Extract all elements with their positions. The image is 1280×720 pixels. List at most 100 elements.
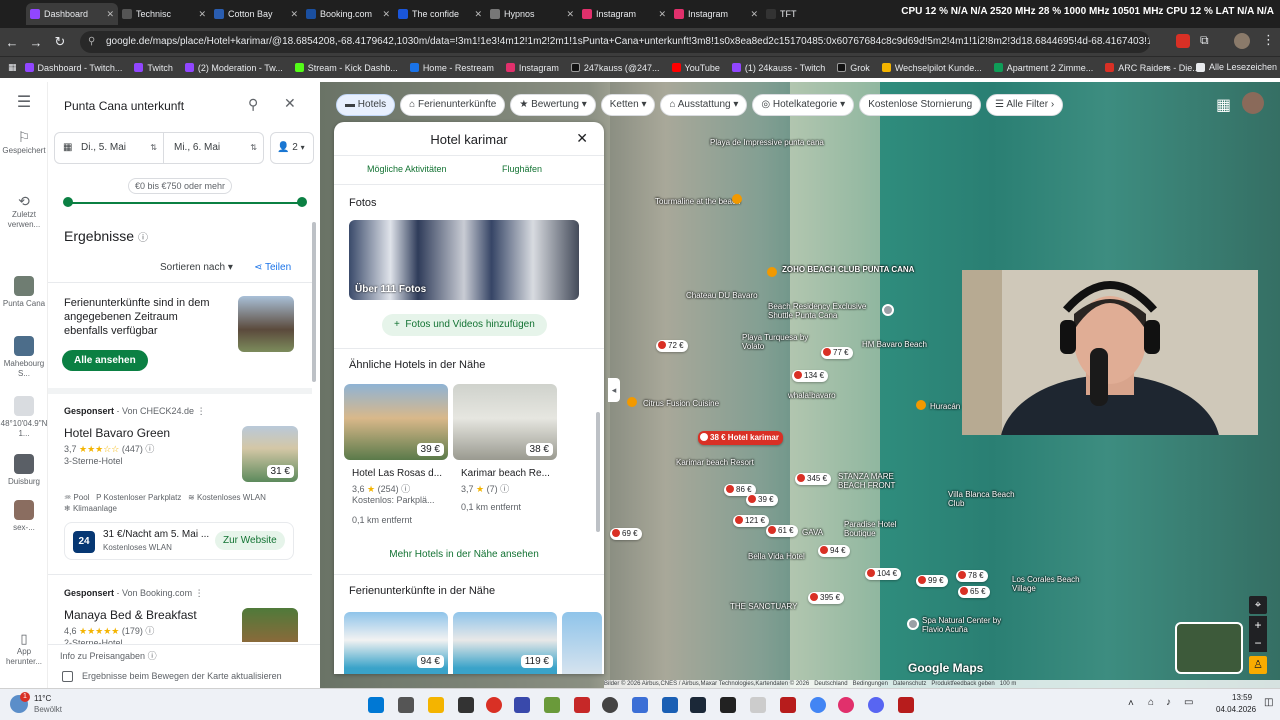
map-label[interactable]: STANZA MARE BEACH FRONT: [838, 472, 918, 490]
browser-tab[interactable]: Hypnos ✕: [486, 3, 578, 25]
map-label[interactable]: Los Corales Beach Village: [1012, 575, 1082, 593]
clock-time[interactable]: 13:59: [1232, 693, 1252, 702]
browser-tab[interactable]: Instagram ✕: [670, 3, 762, 25]
app-icon[interactable]: [632, 697, 648, 713]
map-label[interactable]: Bella Vida Hotel: [748, 552, 818, 561]
footer-link[interactable]: Deutschland: [814, 681, 847, 687]
reload-icon[interactable]: ↻: [48, 34, 72, 50]
restaurant-pin[interactable]: [732, 194, 742, 204]
close-icon[interactable]: ✕: [284, 95, 296, 112]
update-checkbox[interactable]: [62, 671, 73, 682]
more-icon[interactable]: ⋮: [195, 588, 204, 598]
browser-tab[interactable]: TFT: [762, 3, 854, 25]
info-icon[interactable]: ⓘ: [145, 626, 154, 636]
app-icon[interactable]: [750, 697, 766, 713]
restaurant-pin[interactable]: [916, 400, 926, 410]
volume-icon[interactable]: ♪: [1166, 697, 1171, 708]
menu-dots-icon[interactable]: ⋮: [1262, 32, 1275, 48]
bookmark[interactable]: ARC Raiders - Die...: [1105, 63, 1200, 73]
map-label[interactable]: Citrus Fusion Cuisine: [643, 399, 719, 408]
back-icon[interactable]: ←: [0, 35, 24, 50]
filter-amenities[interactable]: ⌂ Ausstattung ▾: [660, 94, 748, 116]
filter-hotels[interactable]: ▬ Hotels: [336, 94, 396, 116]
hotel-price-pin[interactable]: 77 €: [821, 347, 853, 359]
hotel-price-pin[interactable]: 72 €: [656, 340, 688, 352]
hotel-image[interactable]: 31 €: [242, 426, 298, 482]
hotel-price-pin[interactable]: 99 €: [916, 575, 948, 587]
checkin-date[interactable]: ▦ Di., 5. Mai ⇅: [54, 132, 164, 164]
network-icon[interactable]: ⌂: [1148, 697, 1154, 708]
website-button[interactable]: Zur Website: [215, 531, 285, 550]
map-label[interactable]: Karimar beach Resort: [676, 458, 756, 467]
bookmark[interactable]: (1) 24kauss - Twitch: [731, 63, 825, 73]
price-info-link[interactable]: Info zu Preisangaben ⓘ: [60, 649, 157, 662]
browser-tab[interactable]: Dashboard ✕: [26, 3, 118, 25]
rental-image[interactable]: 119 €: [453, 612, 557, 674]
browser-tab[interactable]: Technisc ✕: [118, 3, 210, 25]
apps-grid-icon[interactable]: ▦: [1216, 95, 1231, 115]
similar-hotel-card[interactable]: 39 € Hotel Las Rosas d... 3,6 ★ (254) ⓘ …: [344, 384, 448, 534]
rental-image[interactable]: [562, 612, 602, 674]
info-icon[interactable]: ⓘ: [138, 233, 148, 244]
more-hotels-link[interactable]: Mehr Hotels in der Nähe ansehen: [334, 549, 594, 560]
filter-free-cancellation[interactable]: Kostenlose Stornierung: [859, 94, 982, 116]
footer-link[interactable]: Datenschutz: [893, 681, 926, 687]
hotel-price-pin[interactable]: 395 €: [808, 592, 845, 604]
my-location-icon[interactable]: ⌖: [1249, 596, 1267, 614]
hotel-price-pin[interactable]: 39 €: [746, 494, 778, 506]
app-icon[interactable]: [514, 697, 530, 713]
info-icon[interactable]: ⓘ: [145, 444, 154, 454]
filter-vacation-rentals[interactable]: ⌂ Ferienunterkünfte: [400, 94, 506, 116]
search-icon[interactable]: ⚲: [248, 96, 258, 113]
hotel-price-pin[interactable]: 61 €: [766, 525, 798, 537]
scrollbar[interactable]: [312, 222, 316, 382]
account-avatar[interactable]: [1242, 92, 1264, 114]
hotel-image[interactable]: [242, 608, 298, 642]
app-icon[interactable]: [838, 697, 854, 713]
airports-link[interactable]: Flughäfen: [502, 164, 542, 174]
map-label[interactable]: ZOHO BEACH CLUB PUNTA CANA: [782, 265, 914, 274]
scrollbar[interactable]: [596, 412, 600, 532]
hotel-price-pin[interactable]: 104 €: [865, 568, 902, 580]
battery-icon[interactable]: ▭: [1184, 697, 1193, 708]
photo-gallery[interactable]: Über 111 Fotos: [349, 220, 579, 300]
bookmark[interactable]: Dashboard - Twitch...: [24, 63, 122, 73]
rental-image[interactable]: 94 €: [344, 612, 448, 674]
map-label[interactable]: Villa Blanca Beach Club: [948, 490, 1018, 508]
share-button[interactable]: ⋖ Teilen: [254, 262, 291, 273]
profile-avatar[interactable]: [1234, 33, 1250, 49]
filter-chains[interactable]: Ketten ▾: [600, 94, 656, 116]
url-field[interactable]: ⚲ google.de/maps/place/Hotel+karimar/@18…: [80, 31, 1150, 53]
filter-rating[interactable]: ★ Bewertung ▾: [510, 94, 596, 116]
bookmark[interactable]: Apartment 2 Zimme...: [993, 63, 1093, 73]
bookmark[interactable]: YouTube: [671, 63, 720, 73]
footer-link[interactable]: Bedingungen: [853, 681, 888, 687]
map-label[interactable]: Spa Natural Center by Flavio Acuña: [922, 616, 1012, 634]
rail-saved[interactable]: ⚐ Gespeichert: [0, 130, 48, 156]
layers-thumbnail[interactable]: [1175, 622, 1243, 674]
map-label[interactable]: HM Bavaro Beach: [862, 340, 942, 349]
footer-link[interactable]: Produktfeedback geben: [931, 681, 994, 687]
price-slider-track[interactable]: [68, 202, 302, 204]
map-label[interactable]: Chateau DU Bavaro: [686, 291, 758, 300]
close-icon[interactable]: ✕: [106, 9, 114, 20]
bookmark[interactable]: Instagram: [505, 63, 559, 73]
file-explorer-icon[interactable]: [428, 697, 444, 713]
checkout-date[interactable]: Mi., 6. Mai ⇅: [164, 132, 264, 164]
offer-card[interactable]: 24 31 €/Nacht am 5. Mai ... Kostenloses …: [64, 522, 294, 560]
filter-all[interactable]: ☰ Alle Filter ›: [986, 94, 1064, 116]
map-label[interactable]: Playa Turquesa by Volato: [742, 333, 812, 351]
tray-chevron-icon[interactable]: ˄: [1128, 698, 1134, 709]
restaurant-pin[interactable]: [627, 397, 637, 407]
rail-recent[interactable]: ⟲ Zuletzt verwen...: [0, 194, 48, 230]
close-icon[interactable]: ✕: [658, 9, 666, 20]
more-icon[interactable]: ⋮: [197, 406, 206, 416]
all-bookmarks[interactable]: Alle Lesezeichen: [1196, 62, 1277, 72]
app-icon[interactable]: [720, 697, 736, 713]
hotel-name[interactable]: Manaya Bed & Breakfast: [64, 608, 197, 622]
map-label[interactable]: Huracán: [930, 402, 960, 411]
menu-icon[interactable]: ☰: [0, 95, 48, 111]
windows-start-icon[interactable]: [368, 697, 384, 713]
chrome-icon[interactable]: [810, 697, 826, 713]
bookmark[interactable]: Twitch: [134, 63, 173, 73]
